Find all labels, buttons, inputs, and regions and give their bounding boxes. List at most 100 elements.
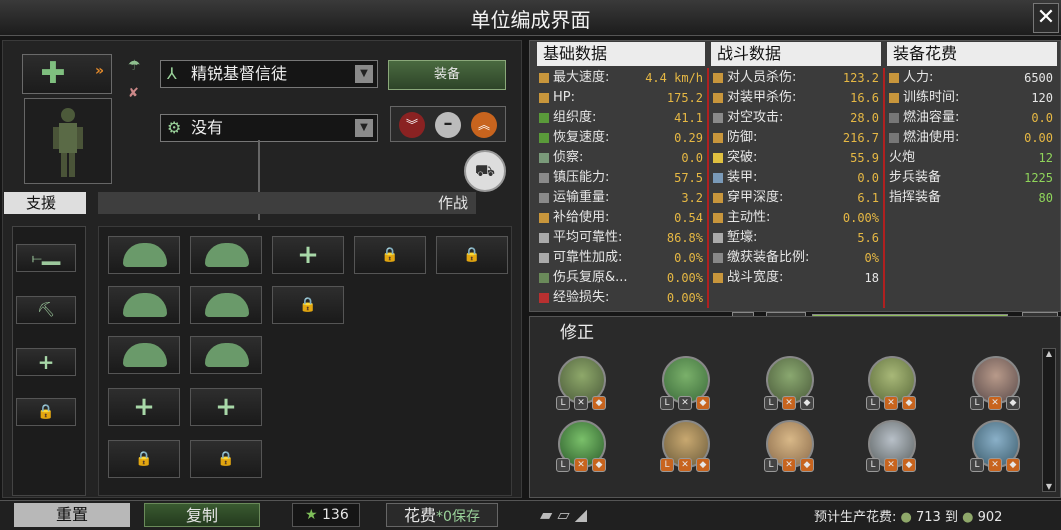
attack-icon: ✕	[574, 396, 588, 410]
stat-air-attack: 对空攻击: 28.0	[711, 108, 883, 128]
save-cost: *0保存	[436, 509, 480, 525]
cost-stats-header: 装备花费	[887, 42, 1057, 66]
template-name-text: 精锐基督信徒	[191, 64, 288, 83]
locked-slot: 🔒	[272, 286, 344, 324]
movement-icon: L	[660, 458, 674, 472]
movement-icon: L	[970, 458, 984, 472]
column-divider	[883, 68, 885, 308]
lock-icon: 🔒	[135, 451, 153, 467]
stat-soft-attack: 对人员杀伤: 123.2	[711, 68, 883, 88]
stat-recovery-rate: 恢复速度: 0.29	[537, 128, 707, 148]
plus-icon: +	[133, 392, 155, 422]
stat-manpower: 人力: 6500	[887, 68, 1057, 88]
copy-button[interactable]: 复制	[144, 503, 260, 527]
movement-icon: L	[764, 458, 778, 472]
river-modifier-row: L ✕ ◆	[970, 458, 1034, 476]
attack-icon: ✕	[782, 458, 796, 472]
stat-weight: 运输重量: 3.2	[537, 188, 707, 208]
scroll-up-icon[interactable]: ▲	[1043, 349, 1055, 358]
lock-icon: 🔒	[217, 451, 235, 467]
urban-modifier-row: L ✕ ◆	[970, 396, 1034, 414]
movement-icon: L	[866, 396, 880, 410]
modifiers-scrollbar[interactable]: ▲ ▼	[1042, 348, 1056, 492]
infantry-battalion-slot[interactable]	[108, 236, 180, 274]
forest-modifier-row: L ✕ ◆	[660, 396, 724, 414]
infantry-cap-icon	[205, 293, 249, 317]
plus-icon: +	[297, 240, 319, 270]
minus-icon[interactable]: –	[435, 112, 461, 138]
attack-icon: ✕	[574, 458, 588, 472]
support-template-dropdown[interactable]: ⚙ 没有 ▼	[160, 114, 378, 142]
plus-icon: +	[37, 350, 55, 374]
stat-experience-loss: 经验损失: 0.00%	[537, 288, 707, 308]
reset-button[interactable]: 重置	[14, 503, 130, 527]
lock-icon: 🔒	[463, 247, 481, 263]
infantry-battalion-slot[interactable]	[190, 286, 262, 324]
add-division-icon-button[interactable]: ✚ »	[22, 54, 112, 94]
infantry-battalion-slot[interactable]	[190, 236, 262, 274]
defense-shield-icon: ◆	[1006, 396, 1020, 410]
medal-disabled-icon[interactable]: ✘	[128, 86, 148, 102]
defense-shield-icon: ◆	[696, 396, 710, 410]
equipment-type-icons[interactable]: ▰ ▱ ◢	[540, 505, 620, 525]
infantry-cap-icon	[205, 343, 249, 367]
artillery-icon: ⟝▂▂	[31, 251, 61, 265]
desert-modifier-row: L ✕ ◆	[660, 458, 724, 476]
equip-button[interactable]: 装备	[388, 60, 506, 90]
template-name-dropdown[interactable]: ⅄ 精锐基督信徒 ▼	[160, 60, 378, 88]
defense-shield-icon: ◆	[1006, 458, 1020, 472]
add-battalion-slot[interactable]: +	[108, 388, 180, 426]
modifiers-title: 修正	[560, 323, 594, 343]
defense-shield-icon: ◆	[696, 458, 710, 472]
plains-modifier-row: L ✕ ◆	[556, 396, 620, 414]
plus-icon: ✚	[40, 56, 66, 91]
upgrade-icon[interactable]: ︽	[471, 112, 497, 138]
stat-infantry-equipment: 步兵装备 1225	[889, 170, 1053, 185]
save-label: 花费	[404, 506, 437, 525]
estimate-to: 到	[944, 510, 958, 525]
downgrade-icon[interactable]: ︾	[399, 112, 425, 138]
stat-piercing: 穿甲深度: 6.1	[711, 188, 883, 208]
defense-shield-icon: ◆	[800, 396, 814, 410]
marsh-modifier-row: L ✕ ◆	[866, 396, 930, 414]
support-add-slot[interactable]: +	[16, 348, 76, 376]
stat-organization: 组织度: 41.1	[537, 108, 707, 128]
add-battalion-slot[interactable]: +	[272, 236, 344, 274]
attack-icon: ✕	[884, 458, 898, 472]
stat-suppression: 镇压能力: 57.5	[537, 168, 707, 188]
defense-shield-icon: ◆	[800, 458, 814, 472]
production-cost-icon: ●	[900, 510, 912, 525]
add-battalion-slot[interactable]: +	[190, 388, 262, 426]
infantry-cap-icon	[123, 293, 167, 317]
stat-defense: 防御: 216.7	[711, 128, 883, 148]
paratrooper-icon[interactable]: ☂	[128, 58, 148, 74]
support-artillery-slot[interactable]: ⟝▂▂	[16, 244, 76, 272]
lock-icon: 🔒	[381, 247, 399, 263]
stat-fuel-usage: 燃油使用: 0.00	[887, 128, 1057, 148]
stat-initiative: 主动性: 0.00%	[711, 208, 883, 228]
stat-casualty-recovery: 伤兵复原&... 0.00%	[537, 268, 707, 288]
soldier-icon	[53, 108, 83, 177]
defense-shield-icon: ◆	[902, 458, 916, 472]
infantry-battalion-slot[interactable]	[108, 286, 180, 324]
scroll-down-icon[interactable]: ▼	[1043, 482, 1055, 491]
attack-icon: ✕	[678, 396, 692, 410]
locked-slot: 🔒	[190, 440, 262, 478]
chevron-down-icon: ▼	[355, 119, 373, 137]
movement-icon: L	[660, 396, 674, 410]
infantry-battalion-slot[interactable]	[190, 336, 262, 374]
movement-icon: L	[556, 396, 570, 410]
army-xp-value: 136	[322, 507, 349, 523]
defense-shield-icon: ◆	[902, 396, 916, 410]
stat-artillery-equipment: 火炮 12	[889, 150, 1053, 165]
shovel-icon: ⛏	[37, 302, 55, 318]
tank-disabled-icon[interactable]: ⛟	[464, 150, 506, 192]
locked-slot: 🔒	[108, 440, 180, 478]
save-button[interactable]: 花费*0保存	[386, 503, 498, 527]
combat-header: 作战	[98, 192, 476, 214]
stat-fuel-capacity: 燃油容量: 0.0	[887, 108, 1057, 128]
infantry-battalion-slot[interactable]	[108, 336, 180, 374]
support-engineer-slot[interactable]: ⛏	[16, 296, 76, 324]
close-button[interactable]: ✕	[1033, 3, 1059, 33]
rank-chevron-icon: »	[95, 63, 105, 79]
